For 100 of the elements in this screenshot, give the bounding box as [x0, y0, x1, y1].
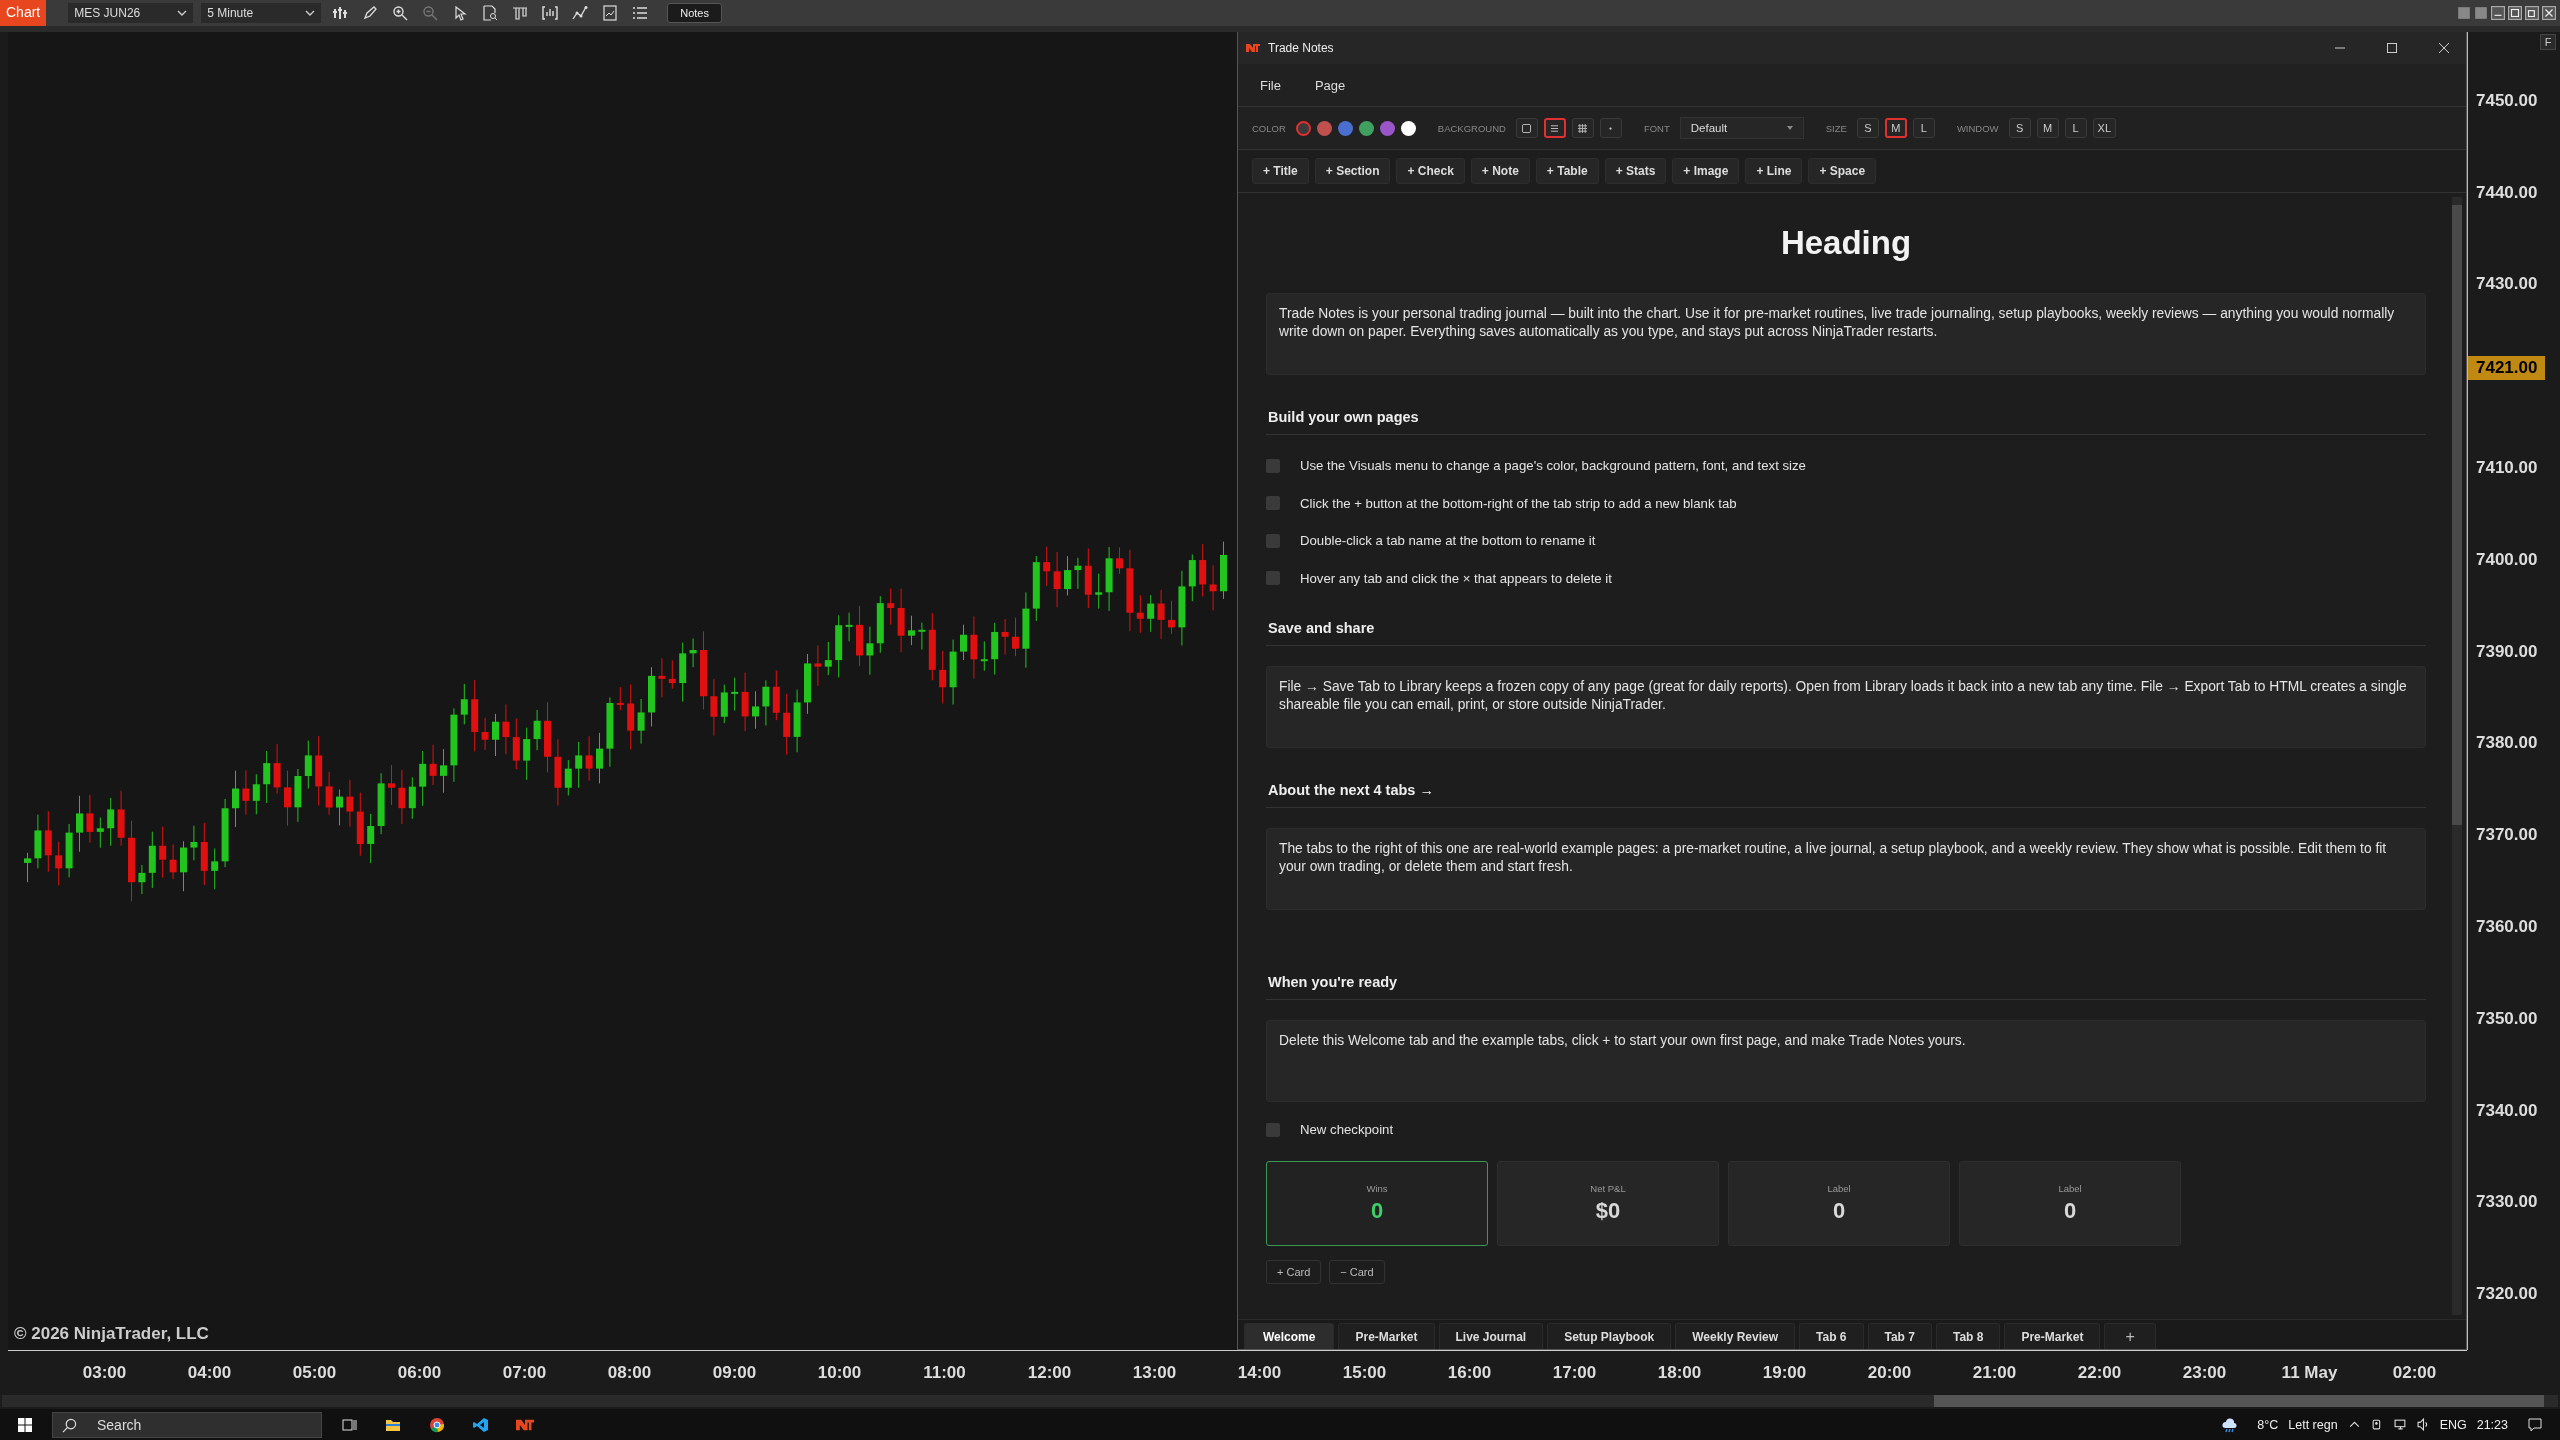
note-text[interactable]: Delete this Welcome tab and the example tabs, click + to start your own first page, and make Trade Notes yours. [1266, 1020, 2426, 1102]
network-icon[interactable] [2393, 1418, 2407, 1431]
document-search-icon[interactable] [482, 5, 499, 21]
line-chart-icon[interactable] [572, 5, 589, 21]
color-swatch[interactable] [1400, 120, 1416, 136]
background-label: BACKGROUND [1437, 122, 1506, 134]
maximize-icon[interactable] [2508, 6, 2522, 20]
checkbox[interactable] [1266, 533, 1280, 548]
note-text[interactable]: File → Save Tab to Library keeps a frozen copy of any page (great for daily reports). Open from Library loads it back into a new tab any time. File → Export Tab to HTML creates a single shareable file you can email, print, or store outside NinjaTrader. [1266, 666, 2426, 748]
section-heading: Build your own pages [1266, 408, 2426, 435]
restore-icon[interactable] [2525, 6, 2539, 20]
page-tab[interactable]: Pre-Market [1338, 1323, 1435, 1349]
stat-value: 0 [2063, 1197, 2077, 1224]
document-chart-icon[interactable] [602, 5, 619, 21]
card-button[interactable]: − Card [1329, 1259, 1385, 1284]
color-swatch[interactable] [1316, 120, 1332, 136]
window-layout-icon[interactable] [2474, 6, 2488, 20]
frame-icon[interactable] [512, 5, 529, 21]
color-swatch[interactable] [1337, 120, 1353, 136]
task-view-icon[interactable] [340, 1416, 358, 1433]
cursor-icon[interactable] [452, 5, 469, 21]
zoom-out-icon[interactable] [422, 5, 439, 21]
insert-button[interactable]: + Space [1808, 158, 1877, 184]
close-icon[interactable] [2438, 42, 2450, 54]
page-tab[interactable]: Tab 8 [1935, 1323, 2001, 1349]
checkbox[interactable] [1266, 571, 1280, 586]
menu-item[interactable]: File [1260, 77, 1281, 93]
color-swatch[interactable] [1295, 120, 1311, 136]
background-option[interactable] [1515, 118, 1538, 138]
scrollbar[interactable] [2, 1395, 2558, 1407]
page-tab[interactable]: Tab 7 [1867, 1323, 1932, 1349]
browser-icon[interactable] [428, 1416, 446, 1433]
size-option[interactable]: M [1884, 118, 1907, 138]
axis-button[interactable]: F [2540, 34, 2556, 50]
page-tab[interactable]: Pre-Market [2004, 1323, 2101, 1349]
time-label: 23:00 [2182, 1363, 2227, 1383]
insert-button[interactable]: + Title [1252, 158, 1309, 184]
window-size-option[interactable]: XL [2092, 118, 2117, 138]
insert-button[interactable]: + Note [1470, 158, 1530, 184]
caret-icon [305, 10, 316, 16]
time-label: 19:00 [1762, 1363, 1807, 1383]
add-tab-button[interactable]: + [2104, 1323, 2156, 1349]
insert-button[interactable]: + Check [1396, 158, 1465, 184]
note-text[interactable]: The tabs to the right of this one are real-world example pages: a pre-market routine, a live journal, a setup playbook, and a weekly review. They show what is possible. Edit them to fit your own trading, or delete them and start fresh. [1266, 828, 2426, 910]
time-label: 11 May [2281, 1363, 2338, 1383]
bracket-chart-icon[interactable] [542, 5, 559, 21]
close-icon[interactable] [2542, 6, 2556, 20]
background-option[interactable] [1571, 118, 1594, 138]
window-size-option[interactable]: L [2064, 118, 2087, 138]
insert-button[interactable]: + Table [1535, 158, 1599, 184]
checkbox[interactable] [1266, 458, 1280, 473]
color-label: COLOR [1252, 122, 1286, 134]
checkbox[interactable] [1266, 1122, 1280, 1137]
background-option[interactable] [1543, 118, 1566, 138]
language-indicator[interactable]: ENG [2439, 1417, 2467, 1432]
pencil-icon[interactable] [362, 5, 379, 21]
price-label: 7370.00 [2476, 825, 2538, 846]
window-title: Trade Notes [1268, 41, 1334, 55]
windows-start-icon[interactable] [16, 1416, 34, 1433]
font-dropdown[interactable]: Default [1679, 117, 1804, 139]
size-option[interactable]: L [1912, 118, 1935, 138]
window-size-option[interactable]: M [2036, 118, 2059, 138]
zoom-in-icon[interactable] [392, 5, 409, 21]
time-label: 18:00 [1657, 1363, 1702, 1383]
color-swatch[interactable] [1358, 120, 1374, 136]
maximize-icon[interactable] [2386, 42, 2398, 54]
time-label: 10:00 [817, 1363, 862, 1383]
window-layout-icon[interactable] [2457, 6, 2471, 20]
page-tab[interactable]: Live Journal [1438, 1323, 1544, 1349]
color-swatch[interactable] [1379, 120, 1395, 136]
page-tab[interactable]: Welcome [1244, 1323, 1335, 1349]
volume-icon[interactable] [2416, 1418, 2430, 1431]
page-tab[interactable]: Setup Playbook [1547, 1323, 1672, 1349]
page-tab[interactable]: Tab 6 [1799, 1323, 1864, 1349]
window-size-option[interactable]: S [2008, 118, 2031, 138]
page-tab[interactable]: Weekly Review [1675, 1323, 1796, 1349]
search-field[interactable]: Search [52, 1411, 322, 1438]
interval-dropdown[interactable]: 5 Minute [201, 3, 322, 23]
price-label: 7380.00 [2476, 733, 2538, 754]
minimize-icon[interactable] [2491, 6, 2505, 20]
size-option[interactable]: S [1856, 118, 1879, 138]
notes-button[interactable]: Notes [667, 3, 722, 23]
card-button[interactable]: + Card [1266, 1259, 1322, 1284]
insert-button[interactable]: + Stats [1604, 158, 1667, 184]
insert-button[interactable]: + Section [1314, 158, 1391, 184]
notification-icon[interactable] [2526, 1416, 2544, 1433]
stat-label: Label [1827, 1182, 1851, 1194]
bar-chart-icon[interactable] [332, 5, 349, 21]
instrument-dropdown[interactable]: MES JUN26 [68, 3, 194, 23]
scrollbar[interactable] [2452, 197, 2462, 1315]
code-editor-icon[interactable] [472, 1416, 490, 1433]
insert-button[interactable]: + Line [1745, 158, 1803, 184]
checkbox[interactable] [1266, 496, 1280, 511]
stat-label: Wins [1366, 1182, 1388, 1194]
insert-button[interactable]: + Image [1672, 158, 1740, 184]
note-text[interactable]: Trade Notes is your personal trading journal — built into the chart. Use it for pre-market routines, live trade journaling, setup playbooks, weekly reviews — anything you would normally write down on paper. Everything saves automatically as you type, and stays put across NinjaTrader restarts. [1266, 293, 2426, 375]
copyright-text: © 2026 NinjaTrader, LLC [14, 1324, 209, 1344]
clock-text[interactable]: 21:23 [2476, 1417, 2508, 1432]
list-icon[interactable] [632, 5, 649, 21]
menu-item[interactable]: Page [1314, 77, 1346, 93]
